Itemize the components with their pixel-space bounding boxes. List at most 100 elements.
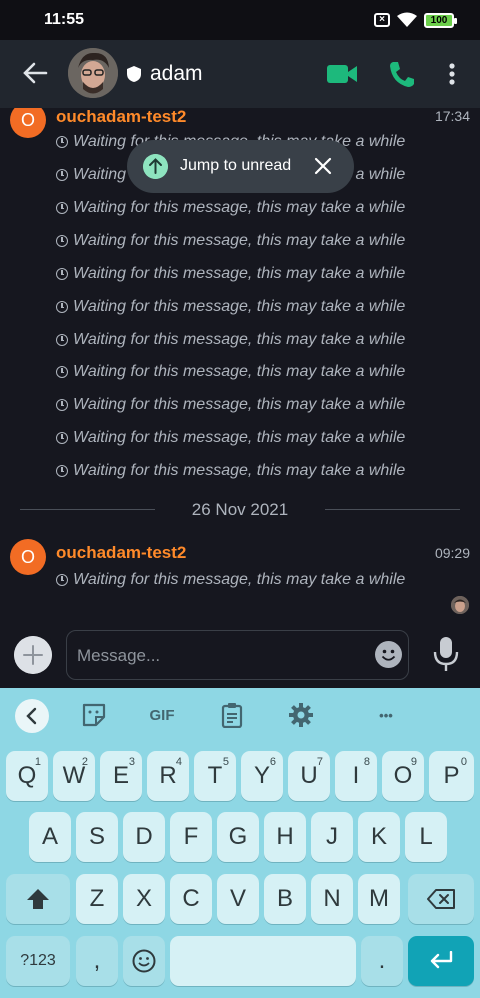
emoji-key[interactable] xyxy=(123,936,165,986)
key-e[interactable]: E3 xyxy=(100,751,142,801)
close-icon[interactable] xyxy=(313,156,333,176)
waiting-message: Waiting for this message, this may take … xyxy=(56,197,405,219)
message-time: 17:34 xyxy=(434,108,470,124)
clock-icon xyxy=(56,399,68,411)
message-composer xyxy=(0,628,480,688)
shield-icon xyxy=(127,66,141,82)
waiting-message: Waiting for this message, this may take … xyxy=(56,263,405,285)
soft-keyboard: GIF ••• Q1 W2 E3 R4 T5 Y6 U7 I8 O9 P0 A … xyxy=(0,688,480,998)
waiting-message: Waiting for this message, this may take … xyxy=(56,460,405,482)
key-c[interactable]: C xyxy=(170,874,212,924)
more-options-icon[interactable] xyxy=(444,60,460,88)
clock-icon xyxy=(56,235,68,247)
phone-call-icon[interactable] xyxy=(388,60,414,88)
clock-icon xyxy=(56,465,68,477)
message-input-box[interactable] xyxy=(66,630,409,680)
key-k[interactable]: K xyxy=(358,812,400,862)
key-t[interactable]: T5 xyxy=(194,751,236,801)
room-title[interactable]: adam xyxy=(150,62,203,86)
back-arrow-icon[interactable] xyxy=(22,60,48,86)
clock-icon xyxy=(56,574,68,586)
sticker-icon[interactable] xyxy=(81,702,107,728)
clock-icon xyxy=(56,202,68,214)
waiting-message: Waiting for this message, this may take … xyxy=(56,296,405,318)
clock-icon xyxy=(56,366,68,378)
enter-key[interactable] xyxy=(408,936,474,986)
sender-avatar[interactable]: O xyxy=(10,539,46,575)
key-q[interactable]: Q1 xyxy=(6,751,48,801)
key-z[interactable]: Z xyxy=(76,874,118,924)
key-w[interactable]: W2 xyxy=(53,751,95,801)
key-o[interactable]: O9 xyxy=(382,751,424,801)
key-r[interactable]: R4 xyxy=(147,751,189,801)
message-input[interactable] xyxy=(77,643,367,669)
chevron-left-icon xyxy=(26,707,37,725)
status-icons: × 100 xyxy=(374,12,457,28)
waiting-message: Waiting for this message, this may take … xyxy=(56,394,405,416)
key-b[interactable]: B xyxy=(264,874,306,924)
waiting-message: Waiting for this message, this may take … xyxy=(56,361,405,383)
status-time: 11:55 xyxy=(44,11,85,28)
jump-to-unread-label[interactable]: Jump to unread xyxy=(180,157,291,175)
key-j[interactable]: J xyxy=(311,812,353,862)
key-x[interactable]: X xyxy=(123,874,165,924)
clock-icon xyxy=(56,136,68,148)
waiting-message: Waiting for this message, this may take … xyxy=(56,427,405,449)
smiley-icon xyxy=(132,949,156,973)
message-header: O ouchadam-test2 09:29 xyxy=(0,539,480,575)
settings-gear-icon[interactable] xyxy=(288,702,314,728)
key-s[interactable]: S xyxy=(76,812,118,862)
comma-key[interactable]: , xyxy=(76,936,118,986)
wifi-icon xyxy=(397,12,417,27)
sender-avatar[interactable]: O xyxy=(10,108,46,138)
key-l[interactable]: L xyxy=(405,812,447,862)
message-header: O ouchadam-test2 17:34 xyxy=(0,108,480,138)
clock-icon xyxy=(56,432,68,444)
room-header: adam xyxy=(0,40,480,108)
key-h[interactable]: H xyxy=(264,812,306,862)
microphone-icon[interactable] xyxy=(432,636,460,672)
backspace-key[interactable] xyxy=(408,874,474,924)
gif-button[interactable]: GIF xyxy=(146,702,178,728)
clock-icon xyxy=(56,268,68,280)
space-key[interactable] xyxy=(170,936,356,986)
key-m[interactable]: M xyxy=(358,874,400,924)
key-y[interactable]: Y6 xyxy=(241,751,283,801)
sim-off-icon: × xyxy=(374,13,390,27)
symbols-key[interactable]: ?123 xyxy=(6,936,70,986)
sender-name[interactable]: ouchadam-test2 xyxy=(56,108,186,127)
key-n[interactable]: N xyxy=(311,874,353,924)
key-v[interactable]: V xyxy=(217,874,259,924)
emoji-icon[interactable] xyxy=(375,641,402,668)
key-i[interactable]: I8 xyxy=(335,751,377,801)
key-u[interactable]: U7 xyxy=(288,751,330,801)
clock-icon xyxy=(56,334,68,346)
battery-icon: 100 xyxy=(424,12,457,28)
read-receipt-avatar[interactable] xyxy=(451,596,469,614)
room-avatar[interactable] xyxy=(68,48,118,98)
key-g[interactable]: G xyxy=(217,812,259,862)
waiting-message: Waiting for this message, this may take … xyxy=(56,329,405,351)
period-key[interactable]: . xyxy=(361,936,403,986)
key-p[interactable]: P0 xyxy=(429,751,474,801)
key-a[interactable]: A xyxy=(29,812,71,862)
clock-icon xyxy=(56,301,68,313)
jump-to-unread-pill[interactable]: Jump to unread xyxy=(127,140,354,193)
sender-name[interactable]: ouchadam-test2 xyxy=(56,543,186,563)
enter-arrow-icon xyxy=(430,950,453,969)
key-d[interactable]: D xyxy=(123,812,165,862)
keyboard-toolbar: GIF ••• xyxy=(0,688,480,743)
status-bar: 11:55 × 100 xyxy=(0,0,480,40)
battery-level: 100 xyxy=(430,14,448,26)
add-attachment-icon[interactable] xyxy=(14,636,52,674)
clipboard-icon[interactable] xyxy=(220,702,244,728)
more-tools-button[interactable]: ••• xyxy=(372,702,400,728)
date-divider-label: 26 Nov 2021 xyxy=(191,500,289,519)
video-call-icon[interactable] xyxy=(326,62,358,86)
waiting-message: Waiting for this message, this may take … xyxy=(56,230,405,252)
key-f[interactable]: F xyxy=(170,812,212,862)
shift-arrow-icon xyxy=(27,889,49,909)
shift-key[interactable] xyxy=(6,874,70,924)
keyboard-collapse-button[interactable] xyxy=(15,699,49,733)
waiting-message: Waiting for this message, this may take … xyxy=(56,569,405,591)
